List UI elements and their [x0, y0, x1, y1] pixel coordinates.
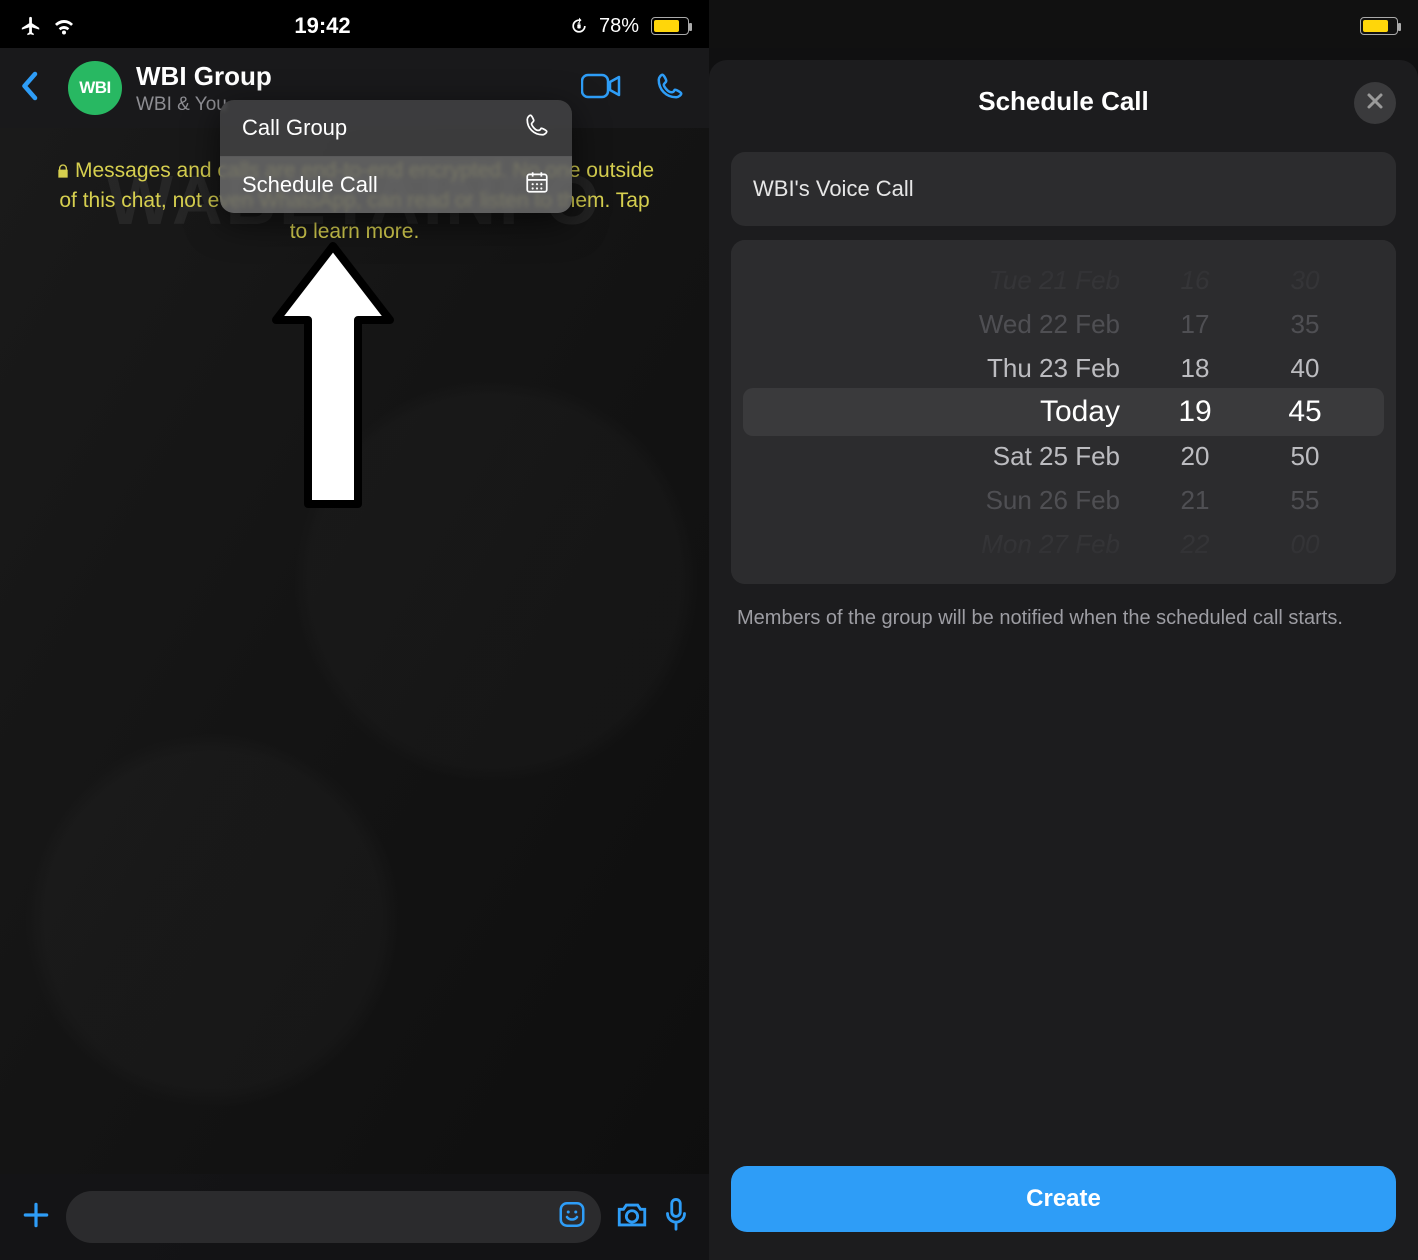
- picker-row[interactable]: Sat 25 Feb 20 50: [731, 434, 1396, 478]
- voice-call-button[interactable]: [655, 71, 685, 106]
- popover-item-call-group[interactable]: Call Group: [220, 100, 572, 156]
- picker-row[interactable]: Wed 22 Feb 17 35: [731, 302, 1396, 346]
- phone-icon: [524, 112, 550, 144]
- chat-title: WBI Group: [136, 61, 575, 92]
- create-button-label: Create: [1026, 1185, 1101, 1213]
- camera-button[interactable]: [615, 1200, 649, 1235]
- group-avatar[interactable]: WBI: [68, 61, 122, 115]
- status-clock: 19:42: [294, 13, 350, 39]
- modal-title: Schedule Call: [978, 86, 1149, 117]
- wifi-icon: [52, 16, 76, 36]
- airplane-mode-icon: [20, 15, 42, 37]
- status-bar: 19:42 78%: [0, 0, 709, 48]
- call-options-popover: Call Group Schedule Call: [220, 100, 572, 213]
- picker-row[interactable]: Thu 23 Feb 18 40: [731, 346, 1396, 390]
- popover-item-label: Schedule Call: [242, 172, 378, 198]
- sticker-icon[interactable]: [557, 1200, 587, 1235]
- lock-icon: [55, 163, 71, 179]
- picker-row-selected[interactable]: Today 19 45: [731, 390, 1396, 434]
- mic-button[interactable]: [663, 1198, 689, 1237]
- picker-row[interactable]: Tue 21 Feb 16 30: [731, 258, 1396, 302]
- close-button[interactable]: [1354, 82, 1396, 124]
- schedule-note: Members of the group will be notified wh…: [731, 604, 1396, 632]
- call-name-input[interactable]: WBI's Voice Call: [731, 152, 1396, 226]
- create-button[interactable]: Create: [731, 1166, 1396, 1232]
- back-button[interactable]: [18, 71, 62, 106]
- popover-item-schedule-call[interactable]: Schedule Call: [220, 157, 572, 213]
- video-call-button[interactable]: [581, 71, 621, 106]
- message-input-bar: [0, 1174, 709, 1260]
- message-input[interactable]: [66, 1191, 601, 1243]
- orientation-lock-icon: [569, 16, 589, 36]
- battery-percent: 78%: [599, 15, 639, 38]
- picker-row[interactable]: Mon 27 Feb 22 00: [731, 522, 1396, 566]
- picker-row[interactable]: Sun 26 Feb 21 55: [731, 478, 1396, 522]
- popover-item-label: Call Group: [242, 115, 347, 141]
- battery-icon: [651, 17, 689, 35]
- call-name-value: WBI's Voice Call: [753, 176, 914, 202]
- close-icon: [1365, 91, 1385, 116]
- schedule-call-modal: Schedule Call WBI's Voice Call Tue 21 Fe…: [709, 60, 1418, 1260]
- annotation-arrow-icon: [262, 234, 404, 529]
- datetime-picker[interactable]: Tue 21 Feb 16 30 Wed 22 Feb 17 35 Thu 23…: [731, 240, 1396, 584]
- calendar-icon: [524, 169, 550, 201]
- attach-button[interactable]: [20, 1199, 52, 1236]
- battery-icon: [1360, 17, 1398, 35]
